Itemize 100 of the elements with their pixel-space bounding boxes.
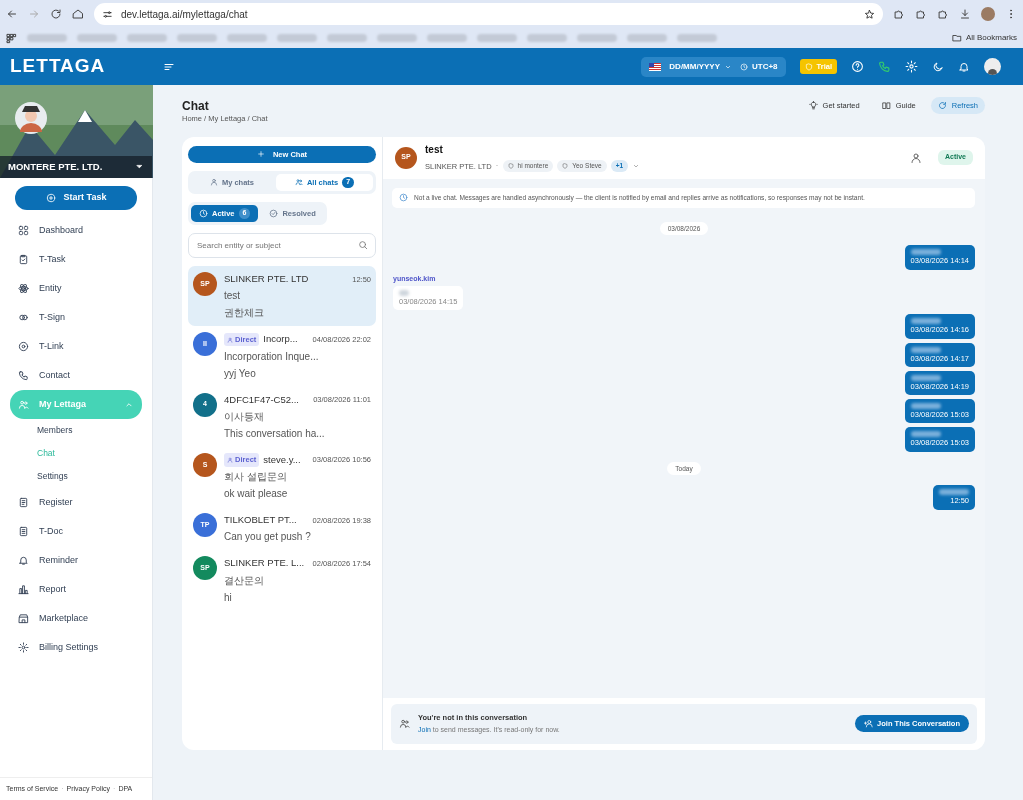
back-icon — [6, 8, 18, 20]
sidebar-subitem[interactable]: Settings — [0, 465, 152, 488]
clock-icon — [399, 193, 408, 203]
bell-icon — [958, 60, 970, 73]
conversation-preview: yyj Yeo — [224, 366, 257, 381]
address-bar[interactable]: dev.lettaga.ai/mylettaga/chat — [94, 3, 883, 25]
apps-grid-icon — [6, 32, 17, 44]
sidebar-item[interactable]: T-Doc — [0, 517, 152, 546]
start-task-button[interactable]: Start Task — [15, 186, 137, 210]
bookmark-chip[interactable] — [227, 34, 267, 42]
download-icon — [959, 8, 971, 20]
sidebar-item[interactable]: Reminder — [0, 546, 152, 575]
bookmark-chip[interactable] — [677, 34, 717, 42]
blurred-text — [910, 346, 941, 353]
sidebar-item[interactable]: Entity — [0, 274, 152, 303]
search-icon — [358, 240, 368, 251]
user-avatar[interactable] — [984, 58, 1001, 75]
bookmark-chip[interactable] — [477, 34, 517, 42]
conversation-name: TILKOBLET PT... — [224, 513, 297, 528]
bulb-icon — [808, 101, 818, 111]
conversation-preview: hi — [224, 590, 233, 605]
moon-icon — [932, 60, 944, 73]
user-icon — [209, 178, 218, 187]
reload-icon — [50, 8, 62, 20]
bookmark-chip[interactable] — [177, 34, 217, 42]
sidebar-item[interactable]: T-Sign — [0, 303, 152, 332]
sidebar-item[interactable]: Contact — [0, 361, 152, 390]
bookmark-chip[interactable] — [377, 34, 417, 42]
storefront-icon — [18, 613, 29, 624]
conversation-preview: This conversation ha... — [224, 426, 326, 441]
bar-chart-icon — [18, 584, 29, 595]
forward-icon — [28, 8, 40, 20]
check-circle-icon — [269, 209, 279, 218]
user-add-icon — [864, 719, 874, 729]
sidebar-item[interactable]: Billing Settings — [0, 633, 152, 662]
search-field[interactable]: Search entity or subject — [188, 233, 376, 259]
conversation-name: SLINKER PTE. LTD — [224, 272, 309, 287]
conversation-name: SLINKER PTE. L... — [224, 556, 305, 571]
bookmark-chip[interactable] — [577, 34, 617, 42]
all-bookmarks[interactable]: All Bookmarks — [951, 32, 1017, 44]
bookmark-chip[interactable] — [427, 34, 467, 42]
target-icon — [18, 341, 29, 352]
conversation-subject: 결산문의 — [224, 573, 265, 588]
clock-icon — [740, 62, 748, 71]
profile-avatar[interactable] — [981, 7, 995, 21]
conversation-preview: 권한체크 — [224, 306, 265, 321]
shield-icon — [804, 62, 813, 71]
book-icon — [881, 101, 891, 111]
conversation-subject: Can you get push ? — [224, 530, 312, 545]
blurred-text — [910, 431, 941, 438]
blurred-text — [910, 249, 941, 256]
refresh-icon — [937, 101, 947, 111]
shield-icon — [562, 163, 569, 170]
home-icon — [72, 8, 84, 20]
bell-icon — [18, 555, 29, 566]
bookmark-chip[interactable] — [127, 34, 167, 42]
conversation-name: 4DFC1F47-C52... — [224, 392, 299, 407]
clipboard-icon — [18, 254, 29, 265]
bookmark-chip[interactable] — [327, 34, 367, 42]
blurred-text — [910, 374, 941, 381]
folder-icon — [951, 33, 962, 43]
sidebar-item[interactable]: Dashboard — [0, 216, 152, 245]
date-format-select[interactable]: DD/MM/YYYY — [669, 60, 732, 73]
company-selector[interactable]: MONTERE PTE. LTD. — [0, 155, 152, 178]
plus-circle-icon — [45, 193, 56, 203]
sidebar-item[interactable]: Register — [0, 488, 152, 517]
conversation-subject: Incorporation Inque... — [224, 349, 320, 364]
clock-icon — [199, 209, 208, 218]
grid-icon — [18, 225, 29, 236]
sidebar-item[interactable]: T-Task — [0, 245, 152, 274]
blurred-text — [910, 318, 941, 325]
tune-icon — [102, 8, 113, 20]
document-icon — [18, 497, 29, 508]
bookmark-chip[interactable] — [527, 34, 567, 42]
user-icon — [227, 457, 233, 464]
phone-icon — [18, 370, 29, 381]
plus-icon — [256, 150, 265, 159]
logo[interactable]: LETTAGA — [0, 52, 153, 81]
us-flag-icon[interactable] — [649, 62, 662, 71]
page-title: Chat — [182, 99, 210, 114]
star-icon — [864, 8, 875, 20]
bookmark-chip[interactable] — [77, 34, 117, 42]
blurred-text — [399, 290, 409, 297]
conversation-name: Incorp... — [263, 332, 298, 347]
link-rings-icon — [18, 312, 29, 323]
conversation-name: steve.y... — [263, 452, 301, 467]
bookmark-chip[interactable] — [627, 34, 667, 42]
sidebar-item[interactable]: Report — [0, 575, 152, 604]
bookmark-chip[interactable] — [27, 34, 67, 42]
sidebar-item[interactable]: T-Link — [0, 332, 152, 361]
timezone[interactable]: UTC+8 — [740, 60, 778, 73]
user-icon — [227, 336, 233, 343]
sidebar-subitem[interactable]: Members — [0, 419, 152, 442]
blurred-text — [939, 489, 969, 496]
bookmark-chip[interactable] — [277, 34, 317, 42]
sidebar-item[interactable]: Marketplace — [0, 604, 152, 633]
shield-icon — [507, 163, 514, 170]
help-icon — [851, 60, 864, 73]
whatsapp-icon — [878, 60, 891, 73]
document-lines-icon — [18, 526, 29, 537]
